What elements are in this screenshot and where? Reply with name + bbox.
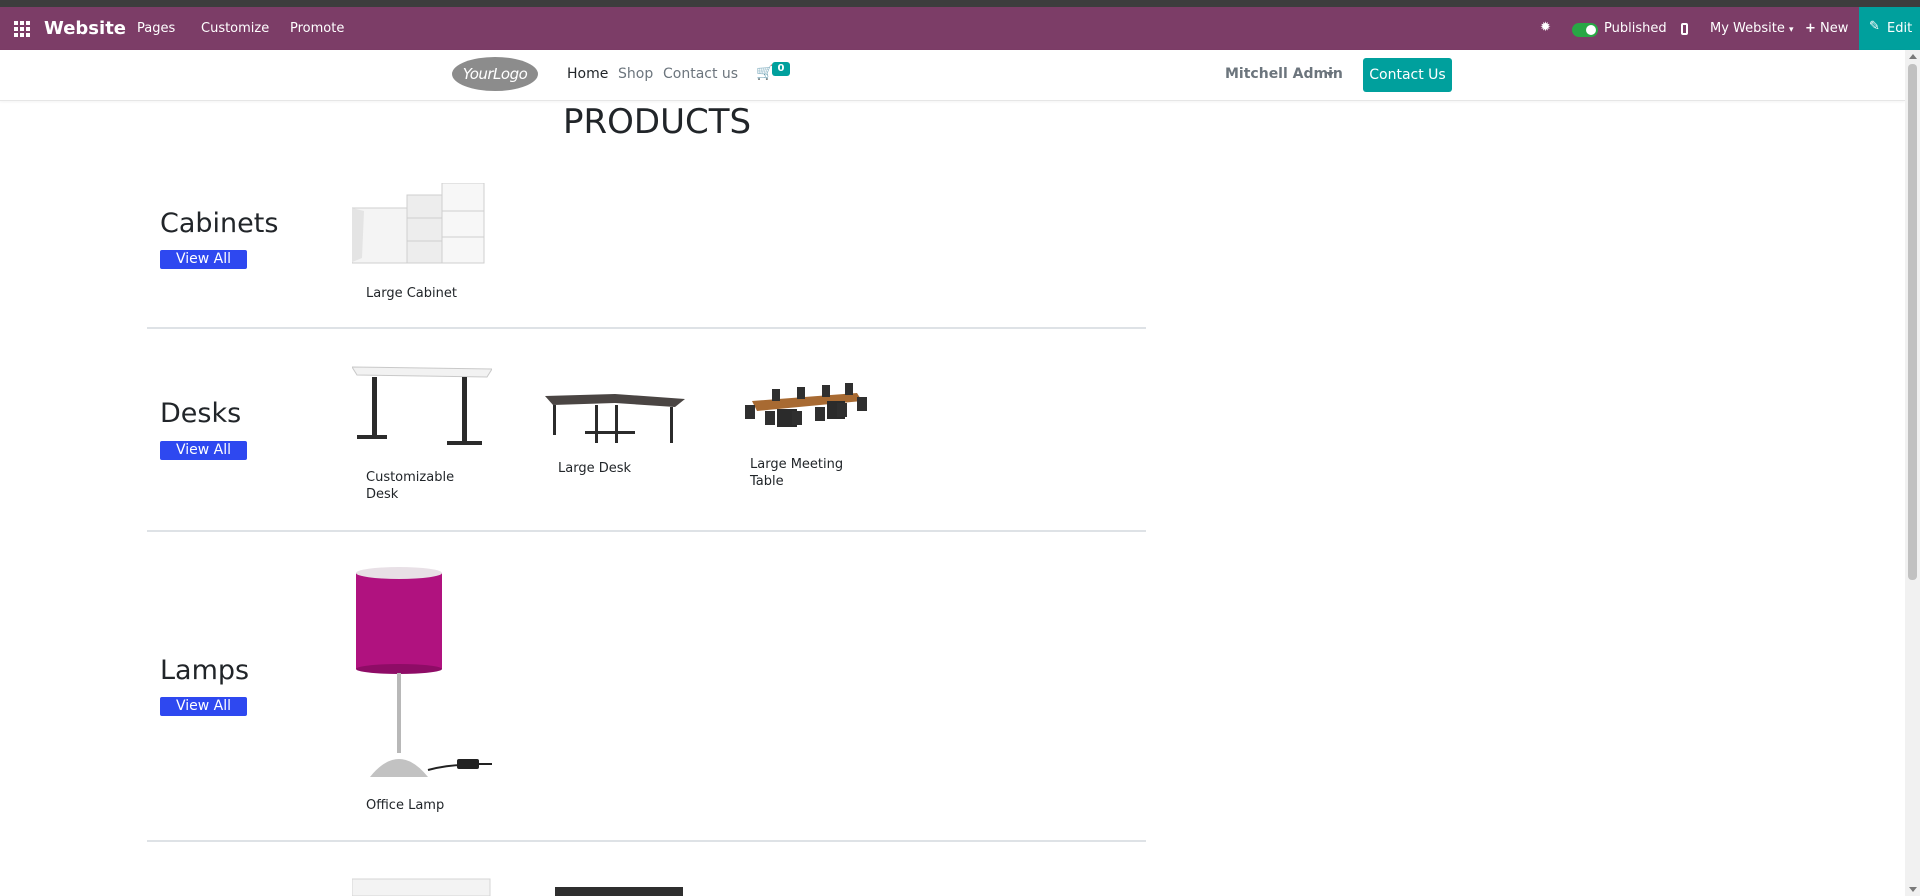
scroll-down-icon[interactable] bbox=[1909, 887, 1917, 892]
published-toggle[interactable] bbox=[1572, 23, 1598, 37]
product-large-meeting-table[interactable]: Large Meeting Table bbox=[750, 456, 870, 490]
mobile-preview-icon[interactable] bbox=[1681, 23, 1688, 35]
chevron-down-icon: ▾ bbox=[1789, 25, 1794, 35]
cart-icon[interactable]: 🛒 bbox=[756, 65, 773, 81]
contact-us-button[interactable]: Contact Us bbox=[1363, 58, 1452, 92]
section-divider bbox=[147, 840, 1146, 842]
view-all-desks-button[interactable]: View All bbox=[160, 441, 247, 460]
large-cabinet-image[interactable] bbox=[352, 183, 492, 268]
customizable-desk-image[interactable] bbox=[352, 363, 492, 458]
browser-top-strip bbox=[0, 0, 1920, 7]
nav-home[interactable]: Home bbox=[567, 66, 608, 82]
debug-bug-icon[interactable]: ✹ bbox=[1540, 20, 1551, 35]
large-meeting-table-image[interactable] bbox=[737, 381, 877, 441]
page-scrollbar[interactable] bbox=[1905, 50, 1920, 896]
nav-contact[interactable]: Contact us bbox=[663, 66, 738, 82]
product-large-cabinet[interactable]: Large Cabinet bbox=[366, 285, 486, 302]
product-office-lamp[interactable]: Office Lamp bbox=[366, 797, 486, 814]
my-website-label: My Website bbox=[1710, 21, 1785, 36]
page-title: PRODUCTS bbox=[563, 102, 752, 142]
scroll-up-icon[interactable] bbox=[1909, 54, 1917, 59]
admin-bar: Website Pages Customize Promote ✹ Publis… bbox=[0, 7, 1920, 50]
category-title-lamps: Lamps bbox=[160, 655, 250, 686]
pencil-icon: ✎ bbox=[1869, 19, 1880, 34]
view-all-lamps-button[interactable]: View All bbox=[160, 697, 247, 716]
cart-count-badge: 0 bbox=[772, 62, 790, 76]
apps-menu-icon[interactable] bbox=[14, 21, 30, 37]
large-desk-image[interactable] bbox=[545, 391, 685, 446]
new-label: New bbox=[1820, 21, 1849, 36]
section-divider bbox=[147, 327, 1146, 329]
published-label[interactable]: Published bbox=[1604, 21, 1667, 36]
partial-product-image[interactable] bbox=[352, 877, 492, 896]
edit-label: Edit bbox=[1887, 21, 1913, 36]
product-customizable-desk[interactable]: Customizable Desk bbox=[366, 469, 486, 503]
user-caret-icon bbox=[1326, 72, 1334, 77]
view-all-cabinets-button[interactable]: View All bbox=[160, 250, 247, 269]
admin-menu-pages[interactable]: Pages bbox=[137, 21, 175, 36]
admin-menu-promote[interactable]: Promote bbox=[290, 21, 344, 36]
product-large-desk[interactable]: Large Desk bbox=[558, 460, 678, 477]
nav-shop[interactable]: Shop bbox=[618, 66, 653, 82]
admin-menu-customize[interactable]: Customize bbox=[201, 21, 269, 36]
admin-brand[interactable]: Website bbox=[44, 18, 126, 39]
section-divider bbox=[147, 530, 1146, 532]
site-logo[interactable]: YourLogo bbox=[452, 57, 538, 91]
my-website-dropdown[interactable]: My Website ▾ bbox=[1710, 21, 1794, 36]
office-lamp-image[interactable] bbox=[352, 565, 497, 785]
site-header: YourLogo Home Shop Contact us 🛒 0 Mitche… bbox=[0, 50, 1905, 101]
new-button[interactable]: + New bbox=[1805, 21, 1848, 36]
partial-product-image[interactable] bbox=[555, 884, 695, 896]
plus-icon: + bbox=[1805, 21, 1816, 36]
category-title-cabinets: Cabinets bbox=[160, 208, 279, 239]
category-title-desks: Desks bbox=[160, 398, 242, 429]
scrollbar-thumb[interactable] bbox=[1908, 64, 1917, 580]
edit-button[interactable]: ✎ Edit bbox=[1859, 7, 1920, 50]
